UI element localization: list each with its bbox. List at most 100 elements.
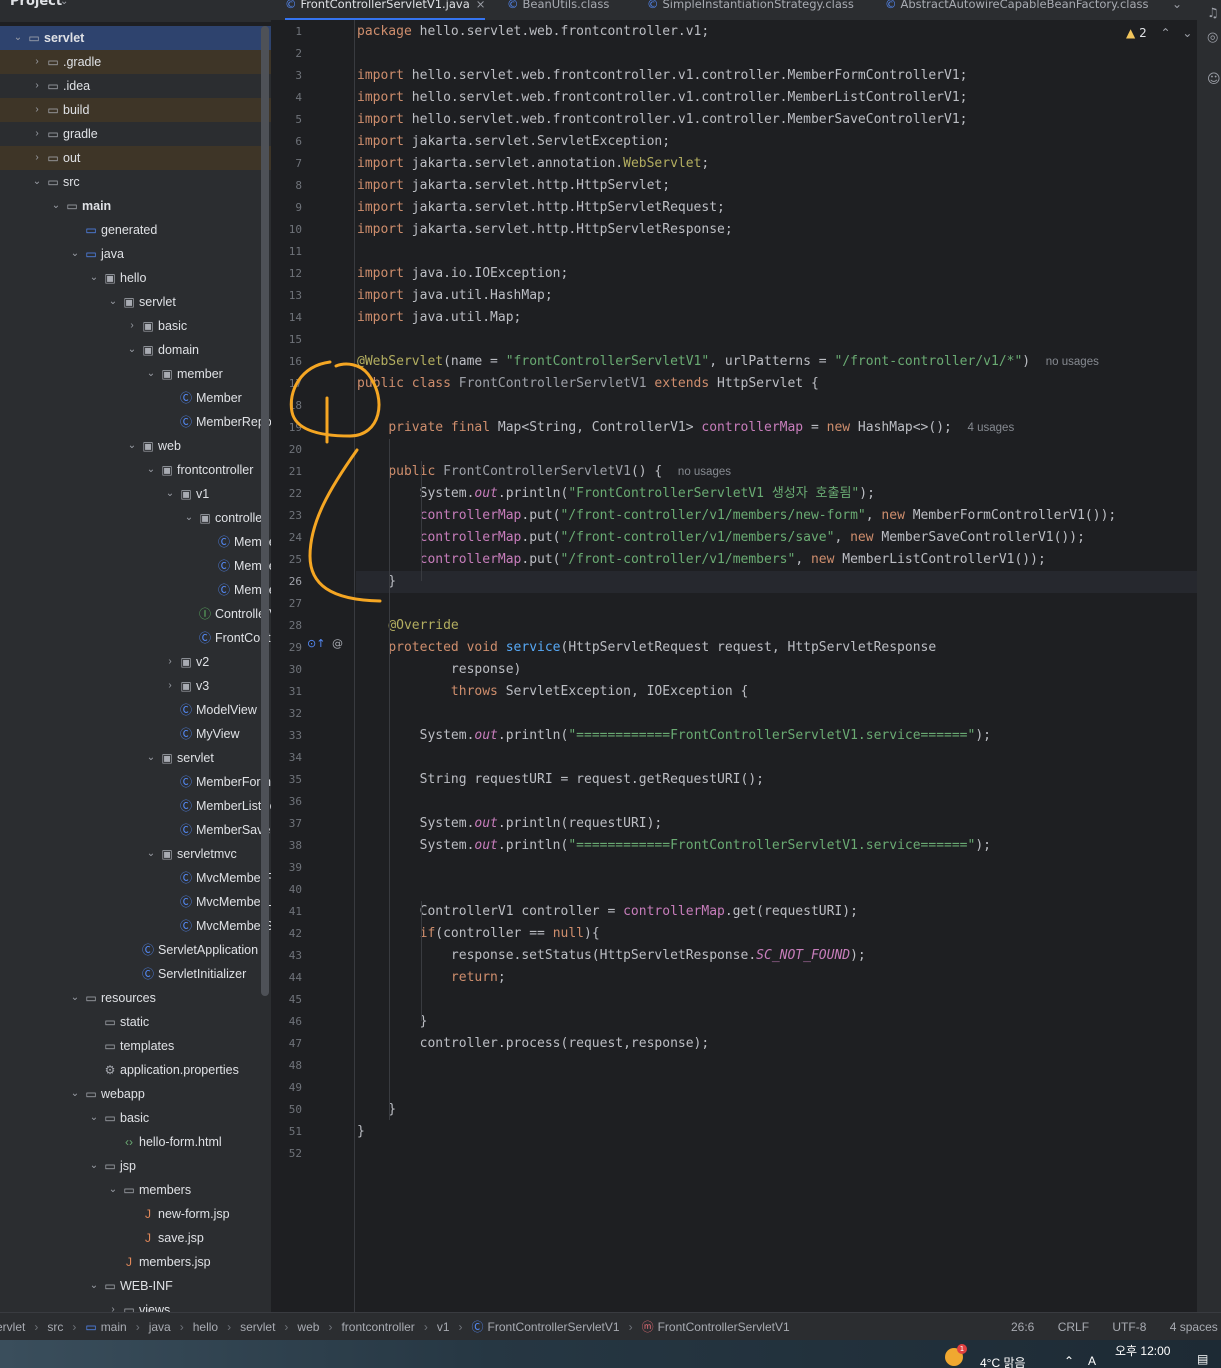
line-number[interactable]: 37 — [271, 813, 302, 835]
tree-item[interactable]: › ▭ gradle — [0, 122, 271, 146]
line-number[interactable]: 6 — [271, 131, 302, 153]
line-number[interactable]: 3 — [271, 65, 302, 87]
line-number[interactable]: 45 — [271, 989, 302, 1011]
code-line[interactable]: private final Map<String, ControllerV1> … — [357, 417, 1014, 439]
line-number[interactable]: 22 — [271, 483, 302, 505]
code-line[interactable]: String requestURI = request.getRequestUR… — [357, 769, 764, 791]
tree-item[interactable]: ⒸMemberListControllerV1 — [0, 554, 271, 578]
line-number[interactable]: 32 — [271, 703, 302, 725]
chevron-down-icon[interactable]: ⌄ — [183, 506, 195, 530]
code-line[interactable]: import jakarta.servlet.http.HttpServlet; — [357, 175, 670, 197]
code-line[interactable]: return; — [357, 967, 506, 989]
inspection-widget[interactable]: ▲ 2 ⌃ ⌄ — [1126, 26, 1192, 40]
code-line[interactable]: } — [357, 571, 396, 593]
chevron-right-icon[interactable]: › — [107, 1298, 119, 1312]
file-encoding[interactable]: UTF-8 — [1112, 1320, 1146, 1334]
chevron-down-icon[interactable]: ⌄ — [88, 1154, 100, 1178]
chevron-down-icon[interactable]: ⌄ — [107, 290, 119, 314]
chevron-down-icon[interactable]: ⌄ — [1182, 26, 1192, 40]
code-line[interactable]: } — [357, 1121, 365, 1143]
breadcrumb-item[interactable]: hello — [193, 1320, 218, 1334]
close-icon[interactable]: × — [476, 0, 486, 11]
tree-item[interactable]: ⌄ ▭ jsp — [0, 1154, 271, 1178]
tree-item[interactable]: › ▭ build — [0, 98, 271, 122]
code-line[interactable]: import java.util.Map; — [357, 307, 521, 329]
line-number[interactable]: 33 — [271, 725, 302, 747]
line-number[interactable]: 52 — [271, 1143, 302, 1165]
line-number[interactable]: 27 — [271, 593, 302, 615]
tree-item[interactable]: ⌄ ▭ java — [0, 242, 271, 266]
line-number[interactable]: 35 — [271, 769, 302, 791]
chevron-down-icon[interactable]: ⌄ — [126, 338, 138, 362]
breadcrumb-item[interactable]: servlet — [240, 1320, 275, 1334]
chevron-down-icon[interactable]: ⌄ — [107, 1178, 119, 1202]
code-line[interactable]: import java.io.IOException; — [357, 263, 568, 285]
line-number[interactable]: 50 — [271, 1099, 302, 1121]
tree-item[interactable]: › ▣ v3 — [0, 674, 271, 698]
line-number[interactable]: 18 — [271, 395, 302, 417]
tree-item[interactable]: Ⓒ MemberSaveServlet — [0, 818, 271, 842]
code-line[interactable]: ControllerV1 controller = controllerMap.… — [357, 901, 858, 923]
tree-item[interactable]: Ⓒ MemberListServlet — [0, 794, 271, 818]
code-line[interactable]: System.out.println("FrontControllerServl… — [357, 483, 875, 505]
code-line[interactable]: import hello.servlet.web.frontcontroller… — [357, 87, 968, 109]
line-number[interactable]: 38 — [271, 835, 302, 857]
code-line[interactable]: import jakarta.servlet.http.HttpServletR… — [357, 197, 725, 219]
line-number[interactable]: 44 — [271, 967, 302, 989]
tree-item[interactable]: ▭ generated — [0, 218, 271, 242]
tree-item[interactable]: Ⓒ MvcMemberFormServlet — [0, 866, 271, 890]
line-number[interactable]: 28 — [271, 615, 302, 637]
tree-item[interactable]: › ▣ basic — [0, 314, 271, 338]
chevron-up-icon[interactable]: ⌃ — [1064, 1354, 1074, 1368]
code-line[interactable]: import hello.servlet.web.frontcontroller… — [357, 65, 968, 87]
tree-item[interactable]: ⌄ ▣ servletmvc — [0, 842, 271, 866]
chevron-down-icon[interactable]: ⌄ — [126, 434, 138, 458]
breadcrumb[interactable]: servlet › src › ▭ main › java › hello › servlet › web… — [0, 1313, 790, 1341]
tree-item[interactable]: ⒸFrontControllerServletV1 — [0, 626, 271, 650]
tree-item[interactable]: ⌄ ▣ member — [0, 362, 271, 386]
tree-item[interactable]: › ▭ .gradle — [0, 50, 271, 74]
code-line[interactable]: System.out.println("============FrontCon… — [357, 835, 991, 857]
line-number[interactable]: 36 — [271, 791, 302, 813]
ime-icon[interactable]: A — [1088, 1354, 1096, 1368]
tree-scrollbar[interactable] — [261, 26, 269, 996]
tree-item[interactable]: ⌄ ▣ hello — [0, 266, 271, 290]
code-line[interactable]: import jakarta.servlet.http.HttpServletR… — [357, 219, 733, 241]
indent-setting[interactable]: 4 spaces — [1170, 1320, 1218, 1334]
chevron-down-icon[interactable]: ⌄ — [145, 842, 157, 866]
tree-item[interactable]: Ⓒ ServletApplication — [0, 938, 271, 962]
line-number[interactable]: 24 — [271, 527, 302, 549]
breadcrumb-item[interactable]: v1 — [437, 1320, 450, 1334]
tree-item[interactable]: Ⓒ ModelView — [0, 698, 271, 722]
line-number[interactable]: 30 — [271, 659, 302, 681]
tree-item[interactable]: › ▣ v2 — [0, 650, 271, 674]
line-number[interactable]: 23 — [271, 505, 302, 527]
line-number[interactable]: 12 — [271, 263, 302, 285]
cursor-position[interactable]: 26:6 — [1011, 1320, 1034, 1334]
line-number[interactable]: 20 — [271, 439, 302, 461]
tree-item[interactable]: ⌄ ▭ webapp — [0, 1082, 271, 1106]
tree-item[interactable]: ⌄ ▣ domain — [0, 338, 271, 362]
code-editor[interactable]: 1 2 3 4 5 6 7 8 9 10 11 12 13 14 15 16 17 18 19 20 21 22 23 24 2… — [271, 20, 1197, 1312]
chevron-down-icon[interactable]: ⌄ — [12, 26, 24, 50]
project-panel-title[interactable]: Project — [10, 0, 62, 9]
line-number[interactable]: 4 — [271, 87, 302, 109]
tree-item[interactable]: Jnew-form.jsp — [0, 1202, 271, 1226]
line-number[interactable]: 26 — [271, 571, 302, 593]
tree-item[interactable]: ⒾControllerV1 — [0, 602, 271, 626]
tree-item[interactable]: ⒸMemberSaveControllerV1 — [0, 578, 271, 602]
tree-item[interactable]: ⌄ ▣ servlet — [0, 290, 271, 314]
copilot-icon[interactable]: ☺ — [1207, 72, 1221, 87]
chevron-right-icon[interactable]: › — [31, 98, 43, 122]
line-number[interactable]: 48 — [271, 1055, 302, 1077]
project-tree[interactable]: ⌄ ▭ servlet › ▭ .gradle › ▭ .idea › ▭ build › ▭ gradle… — [0, 26, 271, 1312]
code-line[interactable]: public class FrontControllerServletV1 ex… — [357, 373, 819, 395]
chevron-down-icon[interactable]: ⌄ — [69, 986, 81, 1010]
line-number[interactable]: 10 — [271, 219, 302, 241]
tree-item[interactable]: Ⓒ MemberFormServlet — [0, 770, 271, 794]
chevron-down-icon[interactable]: ⌄ — [88, 266, 100, 290]
breadcrumb-item[interactable]: src — [47, 1320, 63, 1334]
tree-item[interactable]: ▭ templates — [0, 1034, 271, 1058]
chevron-down-icon[interactable]: ⌄ — [164, 482, 176, 506]
breadcrumb-item[interactable]: FrontControllerServletV1 — [658, 1320, 790, 1334]
